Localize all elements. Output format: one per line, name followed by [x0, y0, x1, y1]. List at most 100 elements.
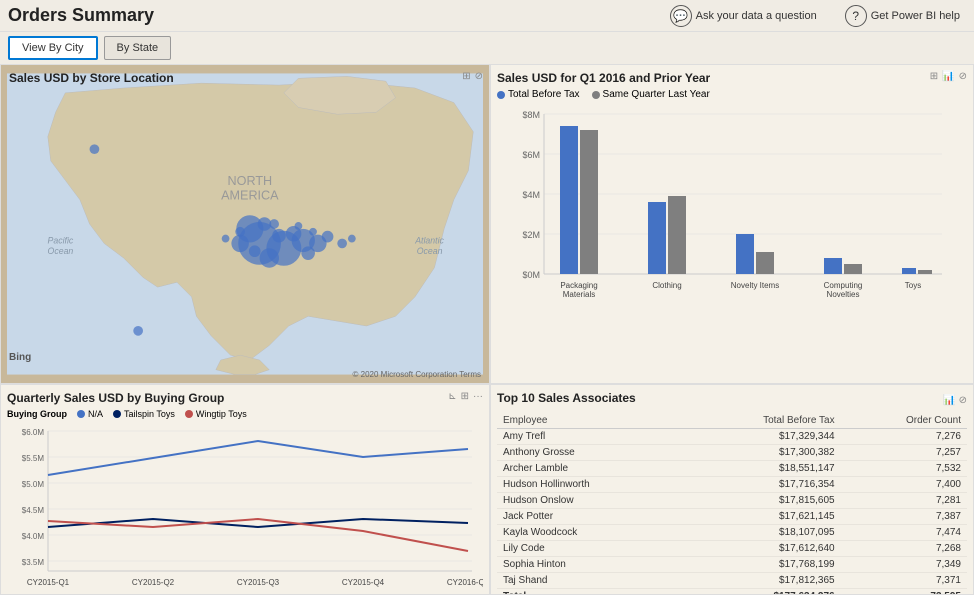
bar-novelty-gray [756, 252, 774, 274]
bar-computing-blue [824, 258, 842, 274]
svg-text:CY2015-Q3: CY2015-Q3 [237, 578, 280, 587]
svg-text:AMERICA: AMERICA [221, 189, 279, 203]
table-row: Hudson Hollinworth $17,716,354 7,400 [497, 477, 967, 493]
ask-question-button[interactable]: 💬 Ask your data a question [664, 3, 823, 29]
bar-chart-legend: Total Before Tax Same Quarter Last Year [497, 89, 967, 100]
cell-total: $17,329,344 [683, 429, 840, 445]
line-menu-icon[interactable]: ··· [473, 391, 483, 402]
bar-computing-gray [844, 264, 862, 274]
svg-text:$4.0M: $4.0M [22, 532, 45, 541]
settings-icon[interactable]: ⊘ [475, 71, 483, 82]
legend-same-quarter: Same Quarter Last Year [592, 89, 710, 100]
svg-text:Computing: Computing [824, 281, 863, 290]
svg-text:Novelty Items: Novelty Items [731, 281, 779, 290]
cell-orders: 7,268 [841, 541, 967, 557]
legend-wingtip: Wingtip Toys [185, 409, 247, 419]
svg-text:Toys: Toys [905, 281, 921, 290]
col-orders: Order Count [841, 413, 967, 429]
svg-text:Atlantic: Atlantic [414, 235, 444, 245]
table-title: Top 10 Sales Associates [497, 391, 636, 405]
table-settings-icon[interactable]: ⊘ [959, 395, 967, 406]
bar-clothing-gray [668, 196, 686, 274]
table-header-row: Employee Total Before Tax Order Count [497, 413, 967, 429]
cell-orders: 7,400 [841, 477, 967, 493]
legend-na: N/A [77, 409, 103, 419]
bar-clothing-blue [648, 202, 666, 274]
cell-employee: Lily Code [497, 541, 683, 557]
filter-icon[interactable]: ⊾ [448, 391, 456, 402]
map-copyright: © 2020 Microsoft Corporation Terms [353, 370, 481, 379]
table-row: Hudson Onslow $17,815,605 7,281 [497, 493, 967, 509]
nav-buttons: View By City By State [0, 32, 974, 64]
legend-total-before-tax: Total Before Tax [497, 89, 580, 100]
view-by-state-button[interactable]: By State [104, 36, 172, 60]
cell-orders: 73,595 [841, 589, 967, 595]
col-total: Total Before Tax [683, 413, 840, 429]
table-chart-icon[interactable]: 📊 [943, 395, 955, 406]
cell-total: $17,812,365 [683, 573, 840, 589]
content-area: Sales USD by Store Location ⊞ ⊘ Pacific … [0, 64, 974, 595]
table-row: Kayla Woodcock $18,107,095 7,474 [497, 525, 967, 541]
svg-text:Ocean: Ocean [48, 246, 74, 256]
svg-text:$6M: $6M [522, 150, 540, 160]
line-chart-title: Quarterly Sales USD by Buying Group [7, 391, 483, 405]
expand-icon[interactable]: ⊞ [462, 71, 470, 82]
help-icon: ? [845, 5, 867, 27]
cell-employee: Amy Trefl [497, 429, 683, 445]
bar-panel-icons: ⊞ 📊 ⊘ [930, 71, 967, 82]
line-chart-panel: Quarterly Sales USD by Buying Group ⊾ ⊞ … [0, 384, 490, 595]
svg-text:$2M: $2M [522, 230, 540, 240]
bar-chart-area: $8M $6M $4M $2M $0M [497, 106, 967, 306]
bar-chart-icon[interactable]: 📊 [942, 71, 954, 82]
cell-orders: 7,474 [841, 525, 967, 541]
cell-total: $177,634,276 [683, 589, 840, 595]
top10-table: Employee Total Before Tax Order Count Am… [497, 413, 967, 595]
svg-text:CY2015-Q2: CY2015-Q2 [132, 578, 175, 587]
cell-orders: 7,276 [841, 429, 967, 445]
bar-expand-icon[interactable]: ⊞ [930, 71, 938, 82]
svg-text:Novelties: Novelties [827, 290, 860, 299]
cell-employee: Hudson Hollinworth [497, 477, 683, 493]
cell-employee: Jack Potter [497, 509, 683, 525]
svg-text:$0M: $0M [522, 270, 540, 280]
bar-toys-gray [918, 270, 932, 274]
cell-orders: 7,371 [841, 573, 967, 589]
svg-text:$5.5M: $5.5M [22, 454, 45, 463]
line-panel-icons: ⊾ ⊞ ··· [448, 391, 483, 402]
bar-settings-icon[interactable]: ⊘ [959, 71, 967, 82]
svg-text:CY2016-Q1: CY2016-Q1 [447, 578, 483, 587]
svg-text:Clothing: Clothing [652, 281, 681, 290]
legend-wingtip-dot [185, 410, 193, 418]
table-panel-icons: 📊 ⊘ [943, 394, 967, 406]
cell-orders: 7,257 [841, 445, 967, 461]
cell-orders: 7,349 [841, 557, 967, 573]
line-chart-legend: Buying Group N/A Tailspin Toys Wingtip T… [7, 409, 483, 419]
cell-total: $17,716,354 [683, 477, 840, 493]
table-row: Jack Potter $17,621,145 7,387 [497, 509, 967, 525]
cell-employee: Anthony Grosse [497, 445, 683, 461]
cell-orders: 7,281 [841, 493, 967, 509]
cell-total: $17,815,605 [683, 493, 840, 509]
legend-gray-dot [592, 91, 600, 99]
svg-text:CY2015-Q1: CY2015-Q1 [27, 578, 70, 587]
svg-text:$6.0M: $6.0M [22, 428, 45, 437]
line-expand-icon[interactable]: ⊞ [461, 391, 469, 402]
view-by-city-button[interactable]: View By City [8, 36, 98, 60]
svg-text:$4.5M: $4.5M [22, 506, 45, 515]
cell-total: $17,621,145 [683, 509, 840, 525]
table-row: Total $177,634,276 73,595 [497, 589, 967, 595]
get-help-button[interactable]: ? Get Power BI help [839, 3, 966, 29]
bing-logo: Bing [9, 352, 31, 363]
bar-chart-panel: Sales USD for Q1 2016 and Prior Year ⊞ 📊… [490, 64, 974, 384]
cell-total: $18,551,147 [683, 461, 840, 477]
cell-employee: Hudson Onslow [497, 493, 683, 509]
table-panel: Top 10 Sales Associates 📊 ⊘ Employee Tot… [490, 384, 974, 595]
table-row: Sophia Hinton $17,768,199 7,349 [497, 557, 967, 573]
cell-employee: Sophia Hinton [497, 557, 683, 573]
bar-chart-title: Sales USD for Q1 2016 and Prior Year [497, 71, 967, 85]
bar-packaging-blue [560, 126, 578, 274]
map-svg: Pacific Ocean Atlantic Ocean NORTH AMERI… [7, 71, 483, 377]
legend-tailspin: Tailspin Toys [113, 409, 175, 419]
header-actions: 💬 Ask your data a question ? Get Power B… [664, 3, 966, 29]
bar-chart-svg: $8M $6M $4M $2M $0M [497, 106, 967, 316]
